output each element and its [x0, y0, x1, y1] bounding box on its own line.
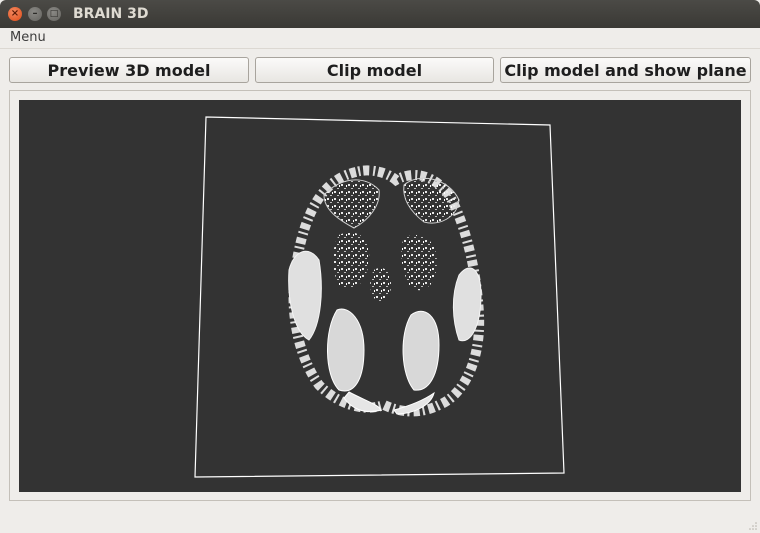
clip-model-show-plane-button[interactable]: Clip model and show plane — [500, 57, 751, 83]
menu-bar: Menu — [0, 28, 760, 49]
close-window-button[interactable]: × — [8, 7, 22, 21]
clip-model-button[interactable]: Clip model — [255, 57, 494, 83]
close-icon: × — [10, 8, 20, 19]
brain-model — [288, 165, 485, 417]
3d-render-viewport[interactable] — [19, 100, 741, 492]
preview-3d-model-button[interactable]: Preview 3D model — [9, 57, 249, 83]
title-bar[interactable]: × – □ BRAIN 3D — [0, 0, 760, 28]
menu-item-menu[interactable]: Menu — [10, 30, 46, 45]
render-canvas — [194, 116, 565, 478]
minimize-window-button[interactable]: – — [28, 7, 42, 21]
resize-grip-icon[interactable] — [748, 521, 758, 531]
maximize-window-button[interactable]: □ — [47, 7, 61, 21]
maximize-icon: □ — [49, 9, 59, 19]
window-title: BRAIN 3D — [73, 6, 149, 22]
minimize-icon: – — [32, 8, 38, 19]
